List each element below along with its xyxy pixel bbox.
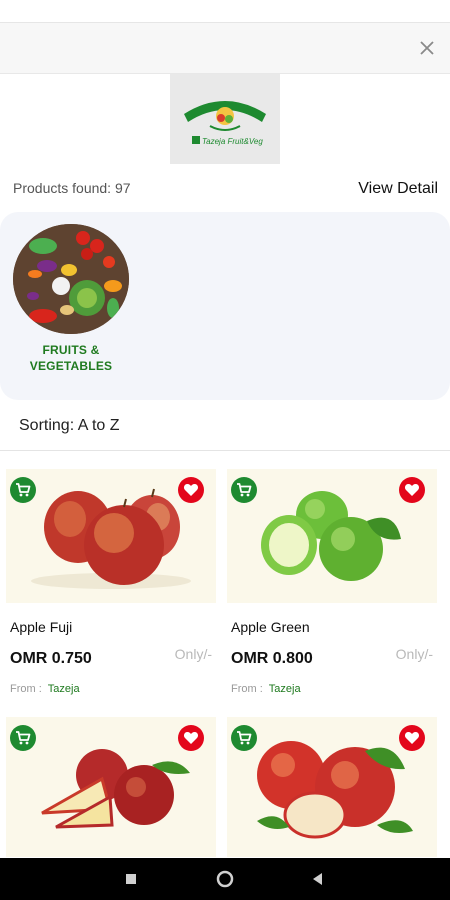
heart-icon bbox=[404, 732, 420, 744]
product-only-label: Only/- bbox=[174, 646, 212, 662]
heart-icon bbox=[183, 732, 199, 744]
sorting-bar[interactable]: Sorting: A to Z bbox=[0, 402, 450, 451]
product-card[interactable]: Apple Green OMR 0.800 Only/- From : Tazej… bbox=[227, 469, 437, 707]
view-detail-link[interactable]: View Detail bbox=[358, 180, 438, 198]
cart-icon bbox=[237, 483, 252, 497]
nav-home-button[interactable] bbox=[214, 868, 236, 890]
heart-icon bbox=[404, 484, 420, 496]
favorite-button[interactable] bbox=[178, 725, 204, 751]
category-panel: FRUITS & VEGETABLES bbox=[0, 212, 450, 400]
from-label: From : bbox=[231, 683, 263, 695]
heart-icon bbox=[183, 484, 199, 496]
nav-recent-button[interactable] bbox=[120, 868, 142, 890]
cart-icon bbox=[16, 483, 31, 497]
favorite-button[interactable] bbox=[399, 725, 425, 751]
category-label-line1: FRUITS & bbox=[42, 343, 100, 357]
circle-icon bbox=[216, 870, 234, 888]
product-price: OMR 0.750 bbox=[10, 650, 92, 667]
system-nav-bar bbox=[0, 858, 450, 900]
close-icon bbox=[420, 41, 434, 55]
product-from: From : Tazeja bbox=[231, 683, 301, 695]
cart-icon bbox=[237, 731, 252, 745]
add-to-cart-button[interactable] bbox=[231, 725, 257, 751]
product-card[interactable] bbox=[6, 717, 216, 857]
category-item-fruits-vegetables[interactable]: FRUITS & VEGETABLES bbox=[13, 224, 129, 374]
product-price: OMR 0.800 bbox=[231, 650, 313, 667]
category-label-line2: VEGETABLES bbox=[29, 359, 113, 373]
add-to-cart-button[interactable] bbox=[10, 725, 36, 751]
logo-brand-text: Tazeja Fruit&Veg bbox=[202, 137, 263, 146]
nav-back-button[interactable] bbox=[307, 868, 329, 890]
triangle-back-icon bbox=[313, 873, 322, 885]
product-name: Apple Fuji bbox=[10, 619, 73, 635]
product-only-label: Only/- bbox=[395, 646, 433, 662]
favorite-button[interactable] bbox=[399, 477, 425, 503]
favorite-button[interactable] bbox=[178, 477, 204, 503]
product-name: Apple Green bbox=[231, 619, 310, 635]
category-image bbox=[13, 224, 129, 334]
add-to-cart-button[interactable] bbox=[231, 477, 257, 503]
close-button[interactable] bbox=[414, 35, 440, 61]
sorting-label: Sorting: A to Z bbox=[19, 417, 120, 434]
store-link[interactable]: Tazeja bbox=[48, 683, 80, 695]
status-bar bbox=[0, 0, 450, 23]
square-icon bbox=[126, 874, 136, 884]
product-from: From : Tazeja bbox=[10, 683, 80, 695]
top-bar bbox=[0, 23, 450, 74]
store-link[interactable]: Tazeja bbox=[269, 683, 301, 695]
from-label: From : bbox=[10, 683, 42, 695]
product-card[interactable] bbox=[227, 717, 437, 857]
results-summary: Products found: 97 View Detail bbox=[0, 166, 450, 210]
category-label: FRUITS & VEGETABLES bbox=[13, 342, 129, 374]
store-logo: Tazeja Fruit&Veg bbox=[170, 74, 280, 164]
add-to-cart-button[interactable] bbox=[10, 477, 36, 503]
cart-icon bbox=[16, 731, 31, 745]
product-card[interactable]: Apple Fuji OMR 0.750 Only/- From : Tazeja bbox=[6, 469, 216, 707]
products-found-count: Products found: 97 bbox=[13, 180, 131, 196]
